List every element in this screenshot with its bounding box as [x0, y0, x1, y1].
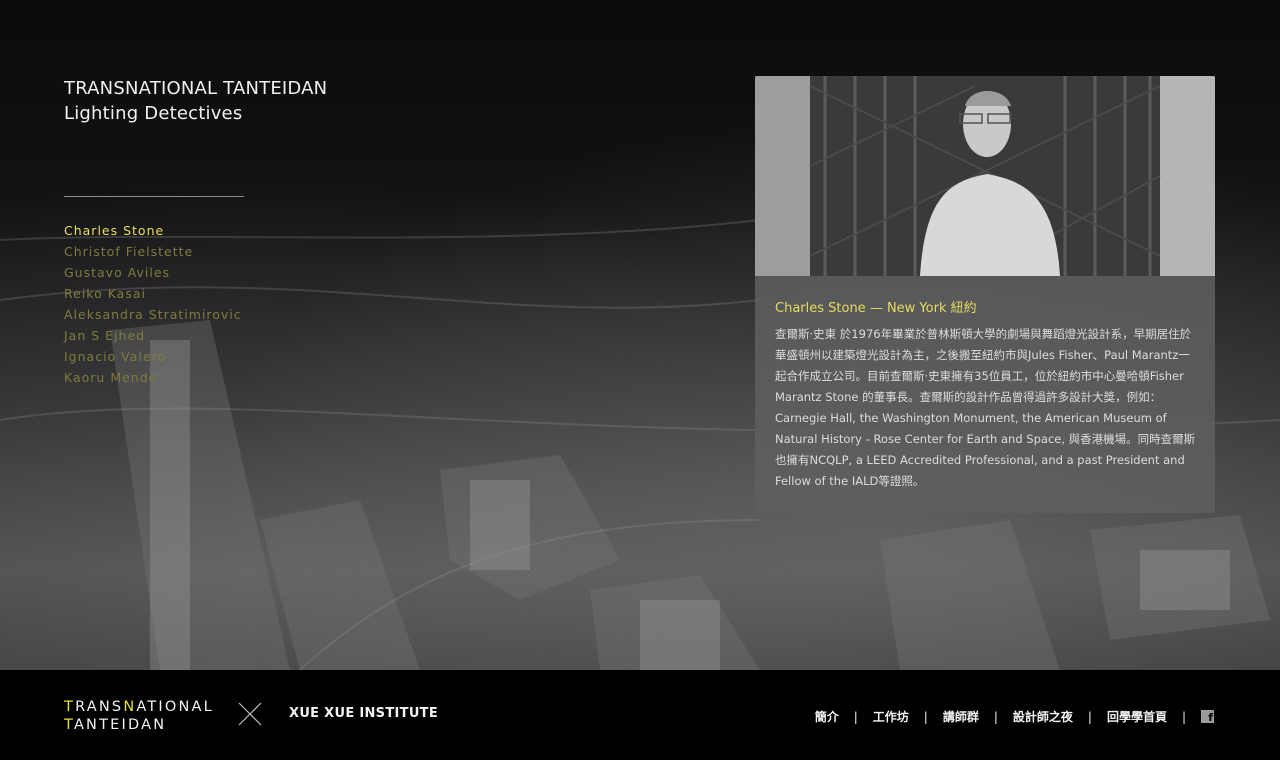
- site-title-line2: Lighting Detectives: [64, 103, 243, 124]
- nav-link-workshop[interactable]: 工作坊: [873, 708, 909, 725]
- profile-heading: Charles Stone — New York 紐約: [775, 301, 977, 316]
- detective-item-aleksandra-stratimirovic[interactable]: Aleksandra Stratimirovic: [64, 304, 242, 325]
- logo-accent-letter: T: [64, 699, 76, 715]
- nav-link-designer-night[interactable]: 設計師之夜: [1013, 708, 1073, 725]
- detective-item-jan-s-ejhed[interactable]: Jan S Ejhed: [64, 325, 242, 346]
- profile-photo: [755, 76, 1215, 276]
- detective-item-christof-fielstette[interactable]: Christof Fielstette: [64, 241, 242, 262]
- logo-line2: TANTEIDAN: [64, 716, 214, 734]
- nav-separator: |: [993, 709, 998, 724]
- detective-item-ignacio-valero[interactable]: Ignacio Valero: [64, 346, 242, 367]
- logo-text: ANTEIDAN: [73, 717, 167, 733]
- nav-separator: |: [1181, 709, 1186, 724]
- detective-item-gustavo-aviles[interactable]: Gustavo Aviles: [64, 262, 242, 283]
- footer-nav: 簡介 | 工作坊 | 講師群 | 設計師之夜 | 回學學首頁 | f: [815, 708, 1214, 725]
- profile-card: Charles Stone — New York 紐約 查爾斯·史東 於1976…: [755, 76, 1215, 513]
- detective-item-charles-stone[interactable]: Charles Stone: [64, 220, 242, 241]
- logo-text: ATIONAL: [136, 699, 214, 715]
- xue-xue-institute-logo[interactable]: XUE XUE INSTITUTE: [289, 706, 438, 721]
- logo-text: RANS: [75, 699, 124, 715]
- title-divider: [64, 196, 244, 197]
- logo-accent-letter: N: [123, 699, 137, 715]
- logo-line1: TRANSNATIONAL: [64, 698, 214, 716]
- logo-accent-letter: T: [64, 717, 74, 733]
- footer: TRANSNATIONAL TANTEIDAN XUE XUE INSTITUT…: [0, 670, 1280, 760]
- site-title: TRANSNATIONAL TANTEIDAN Lighting Detecti…: [64, 76, 327, 126]
- hero-background: TRANSNATIONAL TANTEIDAN Lighting Detecti…: [0, 0, 1280, 670]
- nav-separator: |: [1087, 709, 1092, 724]
- nav-separator: |: [923, 709, 928, 724]
- nav-link-xuexue-home[interactable]: 回學學首頁: [1107, 708, 1167, 725]
- detective-item-reiko-kasai[interactable]: Reiko Kasai: [64, 283, 242, 304]
- facebook-icon[interactable]: f: [1201, 710, 1214, 723]
- nav-separator: |: [853, 709, 858, 724]
- detective-item-kaoru-mende[interactable]: Kaoru Mende: [64, 367, 242, 388]
- profile-bio: 查爾斯·史東 於1976年畢業於普林斯頓大學的劇場與舞蹈燈光設計系，早期居住於華…: [775, 327, 1196, 488]
- detective-list: Charles Stone Christof Fielstette Gustav…: [64, 220, 242, 388]
- close-x-divider-icon: [238, 702, 262, 726]
- transnational-tanteidan-logo[interactable]: TRANSNATIONAL TANTEIDAN: [64, 698, 214, 734]
- nav-link-lecturers[interactable]: 講師群: [943, 708, 979, 725]
- site-title-line1: TRANSNATIONAL TANTEIDAN: [64, 78, 328, 99]
- nav-link-intro[interactable]: 簡介: [815, 708, 839, 725]
